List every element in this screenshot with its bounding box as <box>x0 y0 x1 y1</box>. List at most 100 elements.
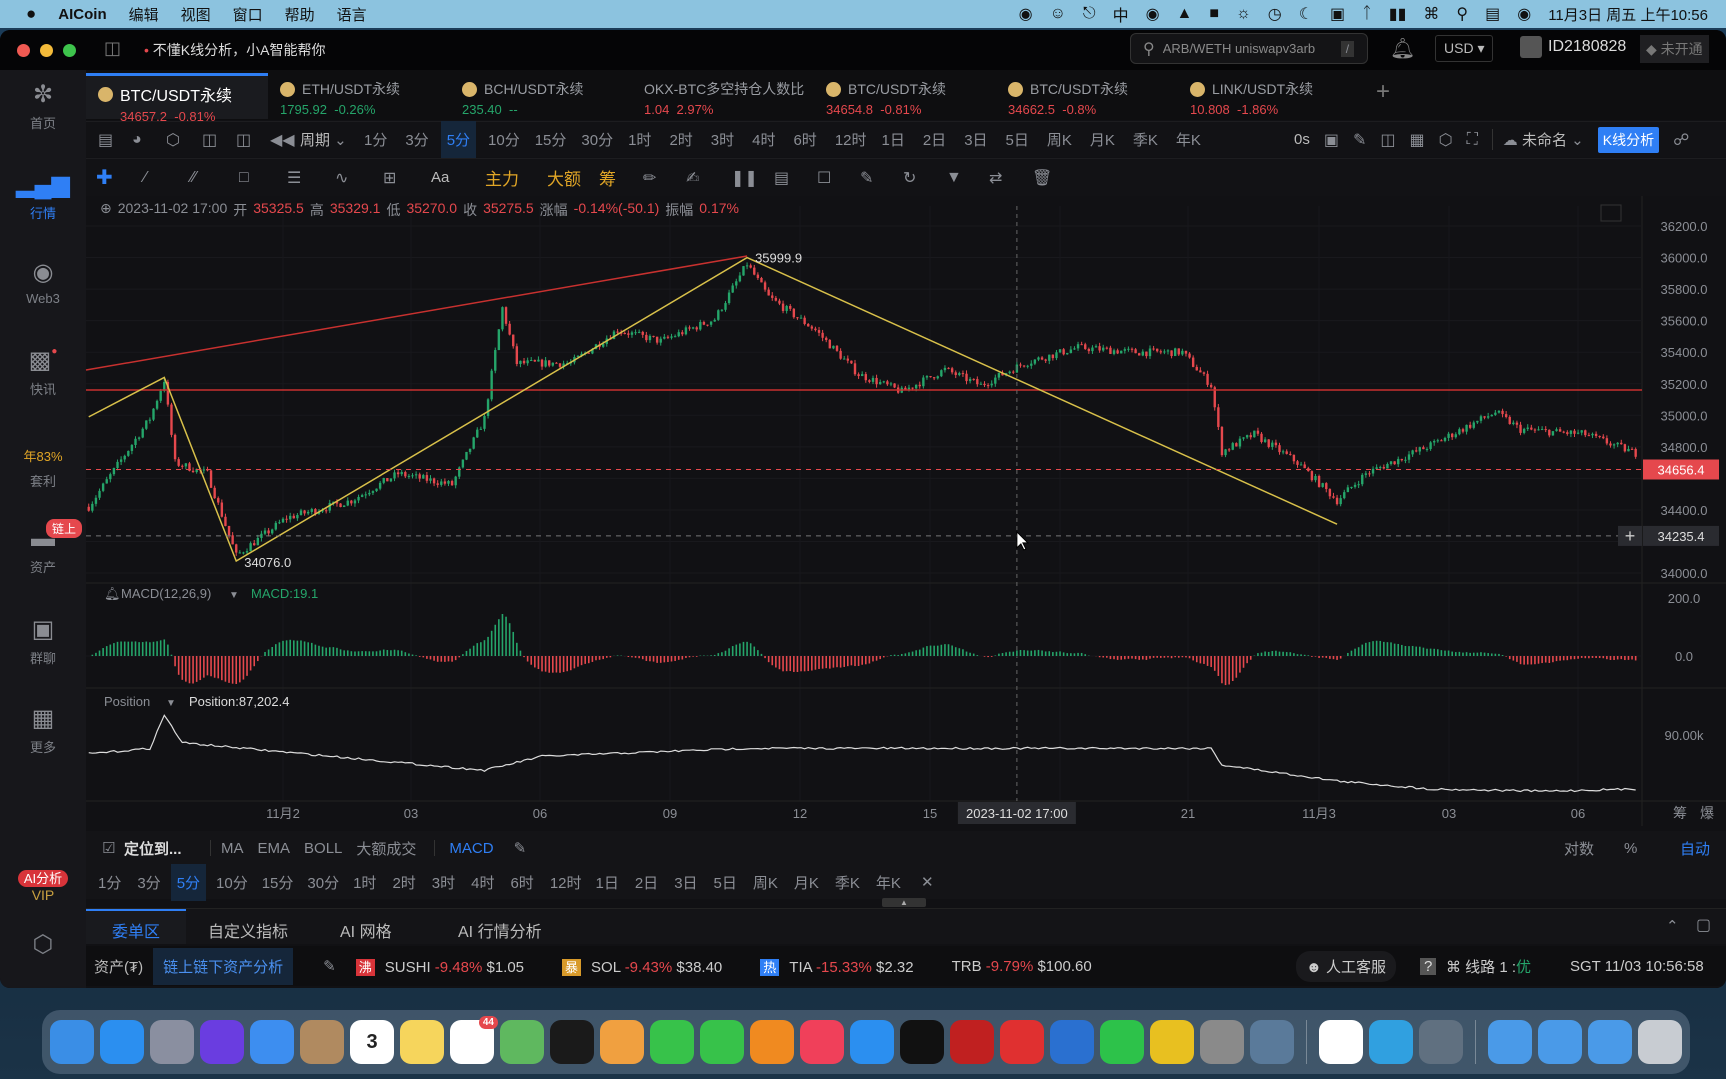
symbol-tab[interactable]: BTC/USDT永续 34662.5 -0.8% <box>996 73 1178 119</box>
timeframe-10分[interactable]: 10分 <box>482 121 526 158</box>
photos-icon[interactable] <box>600 1020 644 1064</box>
menu-view[interactable]: 视图 <box>181 4 211 25</box>
timeframe-3日[interactable]: 3日 <box>958 121 993 158</box>
spotlight-icon[interactable]: ⚲ <box>1456 4 1468 24</box>
menu-language[interactable]: 语言 <box>337 4 367 25</box>
launchpad-icon[interactable] <box>150 1020 194 1064</box>
avatar[interactable] <box>1520 36 1542 58</box>
timeframe-1分[interactable]: 1分 <box>92 864 127 901</box>
large-orders-button[interactable]: 大额 <box>547 165 599 190</box>
close-window-button[interactable] <box>17 44 30 57</box>
expand-panel-handle[interactable]: ▲ <box>882 898 926 907</box>
template-icon[interactable]: ▦ <box>1410 130 1425 150</box>
infuse-icon[interactable] <box>1369 1020 1413 1064</box>
sidebar-item-group-chat[interactable]: ▣ 群聊 <box>0 615 86 667</box>
maximize-panel-icon[interactable]: ▢ <box>1696 915 1711 935</box>
notes-icon[interactable] <box>400 1020 444 1064</box>
indicator-ma[interactable]: MA <box>221 840 244 857</box>
music-icon[interactable] <box>800 1020 844 1064</box>
battery-icon[interactable]: ▮▮ <box>1389 4 1407 24</box>
timeframe-1分[interactable]: 1分 <box>358 121 393 158</box>
timeframe-3分[interactable]: 3分 <box>399 121 434 158</box>
search-box[interactable]: ⚲ ARB/WETH uniswapv3arb / <box>1130 33 1368 64</box>
indicator-macd[interactable]: MACD <box>449 840 493 857</box>
yellow-app-icon[interactable] <box>1150 1020 1194 1064</box>
timeframe-月K[interactable]: 月K <box>1084 121 1121 158</box>
wave-tool-icon[interactable]: ∿ <box>335 168 383 188</box>
record-icon[interactable]: ◉ <box>1019 4 1033 24</box>
sidebar-item-assets[interactable]: ▬ 资产 链上 <box>0 519 86 576</box>
timeframe-3时[interactable]: 3时 <box>426 864 461 901</box>
fibonacci-tool-icon[interactable]: ☰ <box>287 168 335 188</box>
collapse-up-icon[interactable]: ⌃ <box>1666 917 1679 935</box>
lightning-icon[interactable]: ⬡ <box>166 130 202 150</box>
menu-edit[interactable]: 编辑 <box>129 4 159 25</box>
vip-status-button[interactable]: ◆ 未开通 <box>1640 35 1709 63</box>
timeframe-月K[interactable]: 月K <box>788 864 825 901</box>
calendar-check-icon[interactable]: ☑ <box>102 839 124 857</box>
auto-scale-toggle[interactable]: 自动 <box>1680 838 1710 859</box>
help-icon[interactable]: ? <box>1420 957 1437 975</box>
layout-grid-icon[interactable]: ◫ <box>236 130 270 150</box>
finder-icon[interactable] <box>50 1020 94 1064</box>
aicoin-icon[interactable] <box>1050 1020 1094 1064</box>
settings-icon[interactable]: ⬡ <box>1439 130 1453 150</box>
timeframe-3时[interactable]: 3时 <box>705 121 740 158</box>
timeframe-季K[interactable]: 季K <box>1127 121 1164 158</box>
timeframe-30分[interactable]: 30分 <box>301 864 345 901</box>
magnet-icon[interactable]: ↻ <box>903 168 946 188</box>
menubar-clock[interactable]: 11月3日 周五 上午10:56 <box>1548 4 1708 25</box>
siri-icon[interactable] <box>200 1020 244 1064</box>
quicktime-icon[interactable] <box>1419 1020 1463 1064</box>
edit-indicator-icon[interactable]: ✎ <box>514 839 527 857</box>
facetime-icon[interactable] <box>700 1020 744 1064</box>
lock-icon[interactable]: ▤ <box>774 168 817 188</box>
close-timeframe-bar-icon[interactable]: ✕ <box>921 873 934 891</box>
ai-analysis-button[interactable]: AI分析 VIP <box>0 868 86 903</box>
brightness-icon[interactable]: ☼ <box>1236 5 1251 23</box>
timeframe-30分[interactable]: 30分 <box>575 121 619 158</box>
symbol-tab[interactable]: BTC/USDT永续 34657.2 -0.81% <box>86 73 268 124</box>
symbol-tab[interactable]: ETH/USDT永续 1795.92 -0.26% <box>268 73 450 119</box>
timeframe-1时[interactable]: 1时 <box>622 121 657 158</box>
bluetooth-icon[interactable]: ᛏ <box>1362 5 1372 23</box>
camera-icon[interactable]: ▣ <box>1324 130 1339 150</box>
s-app-icon[interactable]: ▣ <box>1330 4 1345 24</box>
timeframe-季K[interactable]: 季K <box>829 864 866 901</box>
sidebar-item-arbitrage[interactable]: 年83% 套利 <box>0 446 86 490</box>
timeframe-年K[interactable]: 年K <box>870 864 907 901</box>
indicator-ema[interactable]: EMA <box>258 840 291 857</box>
timeframe-5分[interactable]: 5分 <box>170 863 207 901</box>
siri-icon[interactable]: ◉ <box>1517 4 1531 24</box>
mic-icon[interactable]: ⎋ <box>1083 5 1096 23</box>
locate-button[interactable]: 定位到... <box>124 838 200 859</box>
settings-icon[interactable]: ⬡ <box>0 930 86 959</box>
folder-icon[interactable] <box>1588 1020 1632 1064</box>
timeframe-周K[interactable]: 周K <box>1041 121 1078 158</box>
sync-icon[interactable]: ⇄ <box>989 168 1032 188</box>
timeframe-6时[interactable]: 6时 <box>504 864 539 901</box>
app-store-icon[interactable] <box>850 1020 894 1064</box>
timeframe-1时[interactable]: 1时 <box>347 864 382 901</box>
system-settings-icon[interactable] <box>1200 1020 1244 1064</box>
timeframe-3分[interactable]: 3分 <box>131 864 166 901</box>
timeframe-15分[interactable]: 15分 <box>529 121 573 158</box>
timeframe-2日[interactable]: 2日 <box>917 121 952 158</box>
asset-analysis-button[interactable]: 链上链下资产分析 <box>153 947 294 985</box>
sidebar-item-web3[interactable]: ◉ Web3 <box>0 258 86 306</box>
timeframe-10分[interactable]: 10分 <box>210 864 254 901</box>
wifi-icon[interactable]: ⌘ <box>1423 4 1439 24</box>
stocks-icon[interactable] <box>550 1020 594 1064</box>
alert-icon[interactable]: ■ <box>1209 5 1219 23</box>
calendar-icon[interactable]: ◫ <box>202 130 236 150</box>
user-id[interactable]: ID2180828 <box>1548 38 1626 56</box>
face-icon[interactable]: ☺ <box>1050 5 1066 23</box>
promo-banner[interactable]: • 不懂K线分析，小A智能帮你 <box>144 40 325 60</box>
sidebar-item-more[interactable]: ▦ 更多 <box>0 704 86 756</box>
indicator-large-trades[interactable]: 大额成交 <box>356 838 416 859</box>
folder-icon[interactable] <box>1538 1020 1582 1064</box>
indicator-boll[interactable]: BOLL <box>304 840 342 857</box>
tab-custom-indicator[interactable]: 自定义指标 <box>208 918 288 942</box>
wps-icon[interactable] <box>1000 1020 1044 1064</box>
tab-ai-market-analysis[interactable]: AI 行情分析 <box>458 918 542 942</box>
